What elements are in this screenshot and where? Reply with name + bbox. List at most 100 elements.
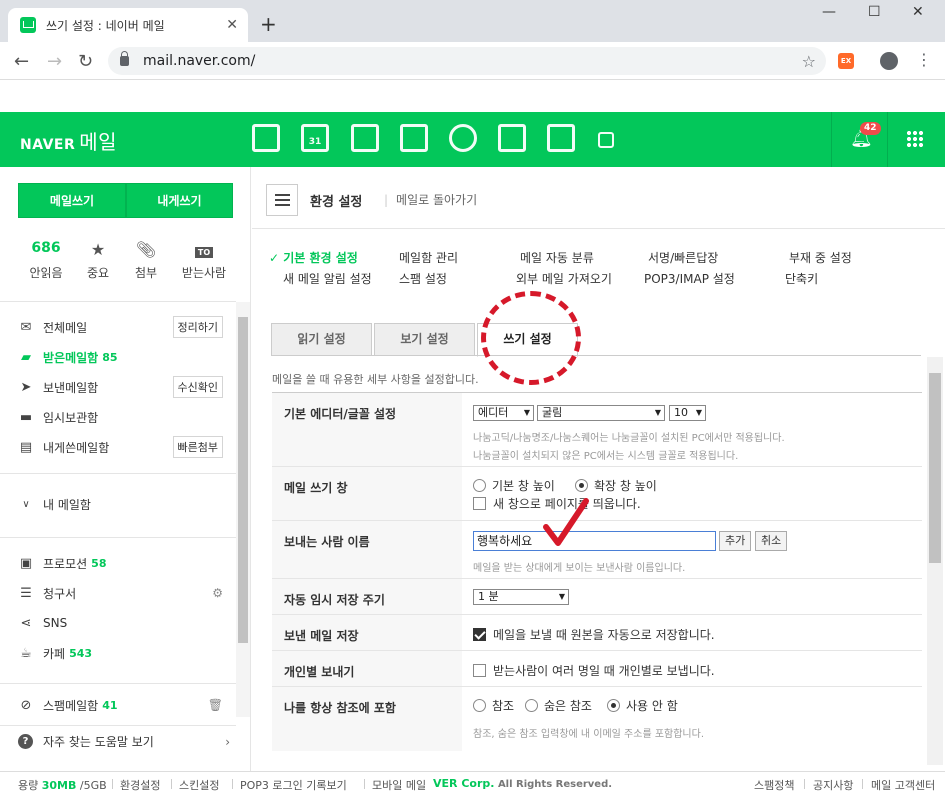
mailbox-promotion[interactable]: ▣ 프로모션 58 xyxy=(18,552,223,574)
window-close-icon[interactable]: ✕ xyxy=(912,4,924,20)
footer-link-mobile[interactable]: 모바일 메일 xyxy=(372,777,426,793)
settings-link-basic[interactable]: ✓ 기본 환경 설정 xyxy=(269,249,358,266)
more-apps-icon[interactable] xyxy=(598,132,614,148)
back-icon[interactable]: ← xyxy=(14,51,29,72)
settings-link-external[interactable]: 외부 메일 가져오기 xyxy=(516,270,612,287)
maximize-icon[interactable]: ☐ xyxy=(868,4,881,20)
organize-button[interactable]: 정리하기 xyxy=(172,316,223,338)
mailbox-sns[interactable]: ⋖ SNS xyxy=(18,612,223,634)
new-tab-icon[interactable]: + xyxy=(260,12,277,36)
autosave-select[interactable]: 1 분 xyxy=(473,589,569,605)
row-label: 기본 에디터/글꼴 설정 xyxy=(272,393,462,466)
settings-link-away[interactable]: 부재 중 설정 xyxy=(789,249,852,266)
settings-link-spam[interactable]: 스팸 설정 xyxy=(399,270,447,287)
footer-link-help-center[interactable]: 메일 고객센터 xyxy=(871,777,935,793)
radio-selected[interactable] xyxy=(575,479,588,492)
lock-icon xyxy=(120,51,129,66)
font-size-select[interactable]: 10 xyxy=(669,405,706,421)
office-icon[interactable] xyxy=(498,124,526,152)
mailbox-inbox[interactable]: ▰ 받은메일함 85 xyxy=(18,346,223,368)
settings-row-sender-name: 보내는 사람 이름 행복하세요 추가 취소 메일을 받는 상대에게 보이는 보낸… xyxy=(272,521,922,579)
bookmark-star-icon[interactable]: ☆ xyxy=(802,52,816,71)
back-to-mail-link[interactable]: 메일로 돌아가기 xyxy=(384,191,477,208)
trash-icon[interactable]: 🗑︎ xyxy=(208,698,223,712)
reload-icon[interactable]: ↻ xyxy=(78,51,93,72)
mailbox-drafts[interactable]: ▬ 임시보관함 xyxy=(18,406,223,428)
write-mail-button[interactable]: 메일쓰기 xyxy=(18,183,126,218)
add-sender-button[interactable]: 추가 xyxy=(719,531,752,551)
mailbox-all[interactable]: ✉ 전체메일 정리하기 xyxy=(18,316,223,338)
settings-link-signature[interactable]: 서명/빠른답장 xyxy=(648,249,718,266)
checkbox[interactable] xyxy=(473,664,486,677)
tab-close-icon[interactable]: ✕ xyxy=(226,17,238,33)
storage-usage: 용량 30MB /5GB xyxy=(18,777,107,793)
cloud-icon[interactable] xyxy=(449,124,477,152)
minimize-icon[interactable]: — xyxy=(822,4,836,20)
footer-link-notice[interactable]: 공지사항 xyxy=(813,777,853,793)
mailbox-label: 스팸메일함 xyxy=(43,698,99,713)
settings-row-editor: 기본 에디터/글꼴 설정 에디터 굴림 10 나눔고딕/나눔명조/나눔스퀘어는 … xyxy=(272,393,922,467)
mailbox-spam[interactable]: ⊘ 스팸메일함 41 🗑︎ xyxy=(18,694,223,716)
help-link[interactable]: ? 자주 찾는 도움말 보기 › xyxy=(0,725,236,757)
checkbox[interactable] xyxy=(473,497,486,510)
mailbox-bills[interactable]: ☰ 청구서 ⚙ xyxy=(18,582,223,604)
option-expanded-height[interactable]: 확장 창 높이 xyxy=(575,477,657,494)
forward-icon[interactable]: → xyxy=(47,51,62,72)
menu-button[interactable] xyxy=(266,184,298,216)
radio-selected[interactable] xyxy=(607,699,620,712)
sender-name-input[interactable]: 행복하세요 xyxy=(473,531,716,551)
naver-mail-logo[interactable]: NAVER 메일 xyxy=(20,126,117,155)
footer-link-settings[interactable]: 환경설정 xyxy=(120,777,160,793)
mailbox-cafe[interactable]: ☕︎ 카페 543 xyxy=(18,642,223,664)
settings-link-pop3[interactable]: POP3/IMAP 설정 xyxy=(644,270,735,287)
radio[interactable] xyxy=(525,699,538,712)
font-select[interactable]: 굴림 xyxy=(537,405,665,421)
row-label: 메일 쓰기 창 xyxy=(272,467,462,520)
gear-icon[interactable]: ⚙ xyxy=(212,586,223,600)
settings-link-shortcut[interactable]: 단축키 xyxy=(785,270,818,287)
stat-unread[interactable]: 686 안읽음 xyxy=(18,240,74,281)
option-save-sent[interactable]: 메일을 보낼 때 원본을 자동으로 저장합니다. xyxy=(473,626,715,643)
quick-attach-button[interactable]: 빠른첨부 xyxy=(172,436,223,458)
memo-icon[interactable] xyxy=(351,124,379,152)
url-field[interactable]: mail.naver.com/ ☆ xyxy=(108,47,826,75)
stat-attachment[interactable]: 📎︎ 첨부 xyxy=(118,240,174,281)
option-cc[interactable]: 참조 xyxy=(473,697,514,714)
browser-menu-icon[interactable]: ⋮ xyxy=(916,50,932,69)
option-bcc[interactable]: 숨은 참조 xyxy=(525,697,592,714)
blog-icon[interactable] xyxy=(547,124,575,152)
mail-home-icon[interactable] xyxy=(252,124,280,152)
my-mailbox-toggle[interactable]: ∨ 내 메일함 xyxy=(18,493,223,515)
footer-link-pop3-log[interactable]: POP3 로그인 기록보기 xyxy=(240,777,347,793)
cancel-sender-button[interactable]: 취소 xyxy=(755,531,788,551)
stat-recipient[interactable]: TO 받는사람 xyxy=(176,240,232,281)
editor-select[interactable]: 에디터 xyxy=(473,405,534,421)
sidebar-scroll-thumb[interactable] xyxy=(238,317,248,643)
radio[interactable] xyxy=(473,699,486,712)
option-cc-none[interactable]: 사용 안 함 xyxy=(607,697,678,714)
sidebar-divider xyxy=(0,683,236,684)
apps-grid-icon[interactable] xyxy=(906,130,924,148)
footer-link-skin[interactable]: 스킨설정 xyxy=(179,777,219,793)
option-default-height[interactable]: 기본 창 높이 xyxy=(473,477,555,494)
tab-read-settings[interactable]: 읽기 설정 xyxy=(271,323,372,356)
settings-link-mailbox[interactable]: 메일함 관리 xyxy=(399,249,458,266)
main-scroll-thumb[interactable] xyxy=(929,373,941,563)
settings-link-basic-label: 기본 환경 설정 xyxy=(283,251,358,265)
mailbox-sent[interactable]: ➤ 보낸메일함 수신확인 xyxy=(18,376,223,398)
write-self-button[interactable]: 내게쓰기 xyxy=(126,183,233,218)
tab-view-settings[interactable]: 보기 설정 xyxy=(374,323,475,356)
option-individual-send[interactable]: 받는사람이 여러 명일 때 개인별로 보냅니다. xyxy=(473,662,715,679)
browser-tab[interactable]: 쓰기 설정 : 네이버 메일 ✕ xyxy=(8,8,248,42)
radio[interactable] xyxy=(473,479,486,492)
calendar-icon[interactable]: 31 xyxy=(301,124,329,152)
extension-icon[interactable]: EX xyxy=(838,53,854,69)
footer-link-spam-policy[interactable]: 스팸정책 xyxy=(754,777,794,793)
settings-link-new-mail-alert[interactable]: 새 메일 알림 설정 xyxy=(283,270,372,287)
contacts-icon[interactable] xyxy=(400,124,428,152)
mailbox-self[interactable]: ▤ 내게쓴메일함 빠른첨부 xyxy=(18,436,223,458)
profile-icon[interactable] xyxy=(880,52,898,70)
read-receipt-button[interactable]: 수신확인 xyxy=(172,376,223,398)
checkbox-checked[interactable] xyxy=(473,628,486,641)
settings-link-auto-sort[interactable]: 메일 자동 분류 xyxy=(520,249,594,266)
